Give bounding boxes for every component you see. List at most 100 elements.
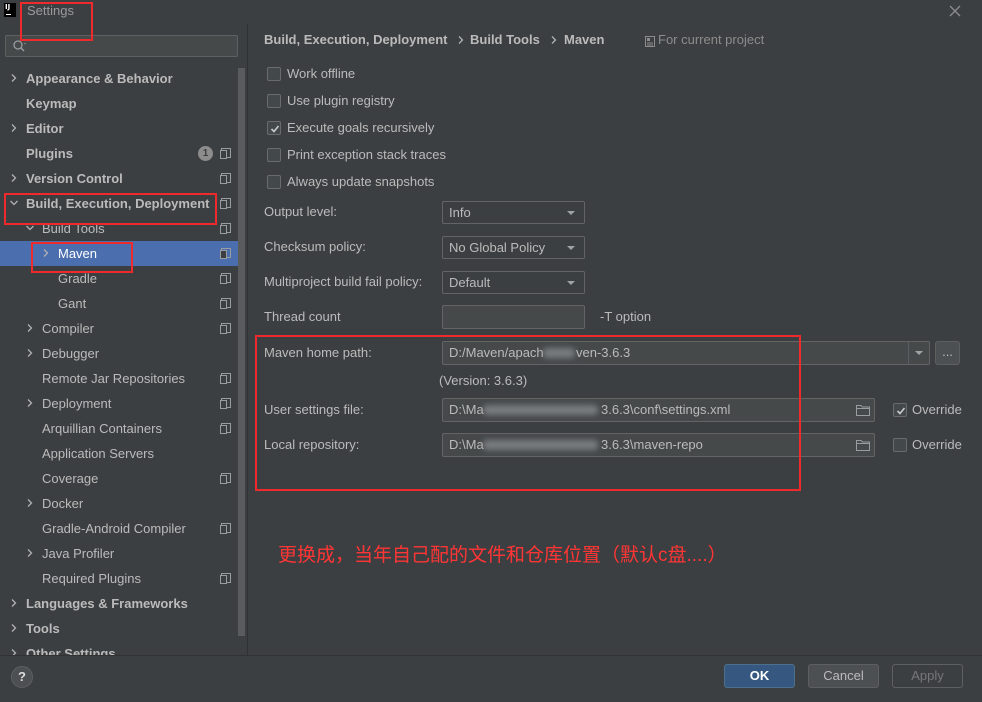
user-settings-override-checkbox[interactable] <box>893 403 907 417</box>
output-level-value: Info <box>449 205 471 220</box>
sidebar-item-appearance-behavior[interactable]: Appearance & Behavior <box>0 66 238 91</box>
sidebar-item-gant[interactable]: Gant <box>0 291 238 316</box>
ok-button[interactable]: OK <box>724 664 795 688</box>
chevron-down-icon <box>567 246 575 250</box>
fail-policy-label: Multiproject build fail policy: <box>264 274 423 289</box>
project-level-icon <box>220 573 231 584</box>
sidebar-item-label: Application Servers <box>42 446 154 461</box>
checkbox-unchecked[interactable] <box>267 94 281 108</box>
checkbox-execute-goals-recursively[interactable]: Execute goals recursively <box>264 118 524 138</box>
chevron-right-icon[interactable] <box>9 123 19 133</box>
settings-tree[interactable]: Appearance & Behavior Keymap Editor Plugins… <box>0 66 238 655</box>
sidebar-item-application-servers[interactable]: Application Servers <box>0 441 238 466</box>
checkbox-print-exception-stack-traces[interactable]: Print exception stack traces <box>264 145 524 165</box>
chevron-right-icon[interactable] <box>25 548 35 558</box>
project-scope-icon <box>645 35 655 47</box>
checkbox-label: Work offline <box>287 66 356 81</box>
sidebar-item-label: Java Profiler <box>42 546 115 561</box>
checkbox-always-update-snapshots[interactable]: Always update snapshots <box>264 172 524 192</box>
update-count-badge: 1 <box>198 146 213 161</box>
sidebar-item-debugger[interactable]: Debugger <box>0 341 238 366</box>
chevron-right-icon[interactable] <box>9 623 19 633</box>
chevron-right-icon[interactable] <box>9 598 19 608</box>
sidebar-item-label: Deployment <box>42 396 112 411</box>
close-icon[interactable] <box>946 2 964 20</box>
sidebar-item-label: Gant <box>58 296 87 311</box>
chevron-right-icon[interactable] <box>25 398 35 408</box>
chevron-down-icon[interactable] <box>915 351 923 355</box>
sidebar-item-coverage[interactable]: Coverage <box>0 466 238 491</box>
sidebar-scrollbar-thumb[interactable] <box>238 68 245 636</box>
project-level-icon <box>220 323 231 334</box>
sidebar-item-languages-frameworks[interactable]: Languages & Frameworks <box>0 591 238 616</box>
sidebar-item-other-settings[interactable]: Other Settings <box>0 641 238 655</box>
sidebar-item-label: Remote Jar Repositories <box>42 371 186 386</box>
breadcrumb-item-maven: Maven <box>564 32 605 47</box>
project-level-icon <box>220 198 231 209</box>
project-level-icon <box>220 148 231 159</box>
chevron-right-icon[interactable] <box>9 73 19 83</box>
sidebar-item-version-control[interactable]: Version Control <box>0 166 238 191</box>
checksum-policy-select[interactable]: No Global Policy <box>442 236 585 259</box>
chevron-right-icon[interactable] <box>25 323 35 333</box>
annotation-box-title <box>20 2 93 41</box>
sidebar-item-keymap[interactable]: Keymap <box>0 91 238 116</box>
checkbox-use-plugin-registry[interactable]: Use plugin registry <box>264 91 524 111</box>
project-level-icon <box>220 298 231 309</box>
project-level-icon <box>220 273 231 284</box>
checkbox-unchecked[interactable] <box>267 67 281 81</box>
project-level-icon <box>220 173 231 184</box>
chevron-right-icon[interactable] <box>9 173 19 183</box>
sidebar-item-docker[interactable]: Docker <box>0 491 238 516</box>
sidebar-item-label: Appearance & Behavior <box>26 71 173 86</box>
checkbox-unchecked[interactable] <box>267 148 281 162</box>
checksum-policy-value: No Global Policy <box>449 240 546 255</box>
sidebar-item-label: Arquillian Containers <box>42 421 162 436</box>
checkbox-work-offline[interactable]: Work offline <box>264 64 524 84</box>
sidebar-item-gradle-android-compiler[interactable]: Gradle-Android Compiler <box>0 516 238 541</box>
sidebar-item-editor[interactable]: Editor <box>0 116 238 141</box>
project-level-icon <box>220 373 231 384</box>
output-level-label: Output level: <box>264 204 337 219</box>
thread-count-hint: -T option <box>600 309 652 324</box>
sidebar-item-label: Required Plugins <box>42 571 142 586</box>
output-level-select[interactable]: Info <box>442 201 585 224</box>
help-button[interactable]: ? <box>11 666 33 688</box>
chevron-right-icon[interactable] <box>9 648 19 655</box>
sidebar-item-arquillian-containers[interactable]: Arquillian Containers <box>0 416 238 441</box>
project-level-icon <box>220 473 231 484</box>
cancel-button[interactable]: Cancel <box>808 664 879 688</box>
thread-count-label: Thread count <box>264 309 341 324</box>
checksum-policy-label: Checksum policy: <box>264 239 366 254</box>
browse-maven-home-button[interactable]: ... <box>935 341 960 365</box>
folder-icon[interactable] <box>856 404 870 416</box>
checkbox-label: Always update snapshots <box>287 174 435 189</box>
checkbox-checked[interactable] <box>267 121 281 135</box>
sidebar-item-label: Version Control <box>26 171 123 186</box>
sidebar-item-compiler[interactable]: Compiler <box>0 316 238 341</box>
maven-options-checkboxes: Work offline Use plugin registry Execute g… <box>264 0 564 200</box>
checkbox-label: Execute goals recursively <box>287 120 435 135</box>
user-settings-override-label: Override <box>912 402 962 417</box>
fail-policy-select[interactable]: Default <box>442 271 585 294</box>
sidebar-item-label: Editor <box>26 121 64 136</box>
chevron-right-icon[interactable] <box>25 498 35 508</box>
sidebar-item-tools[interactable]: Tools <box>0 616 238 641</box>
checkbox-unchecked[interactable] <box>267 175 281 189</box>
local-repository-override-checkbox[interactable] <box>893 438 907 452</box>
logo-bar <box>6 14 11 15</box>
apply-button[interactable]: Apply <box>892 664 963 688</box>
intellij-logo-icon: IJ <box>4 3 16 17</box>
sidebar-item-required-plugins[interactable]: Required Plugins <box>0 566 238 591</box>
sidebar-item-plugins[interactable]: Plugins 1 <box>0 141 238 166</box>
folder-icon[interactable] <box>856 439 870 451</box>
search-icon <box>12 39 28 53</box>
sidebar-item-java-profiler[interactable]: Java Profiler <box>0 541 238 566</box>
checkbox-label: Use plugin registry <box>287 93 395 108</box>
sidebar-item-remote-jar-repositories[interactable]: Remote Jar Repositories <box>0 366 238 391</box>
panel-divider[interactable] <box>247 24 248 655</box>
sidebar-item-label: Coverage <box>42 471 99 486</box>
chevron-right-icon[interactable] <box>25 348 35 358</box>
thread-count-input[interactable] <box>442 305 585 329</box>
sidebar-item-deployment[interactable]: Deployment <box>0 391 238 416</box>
